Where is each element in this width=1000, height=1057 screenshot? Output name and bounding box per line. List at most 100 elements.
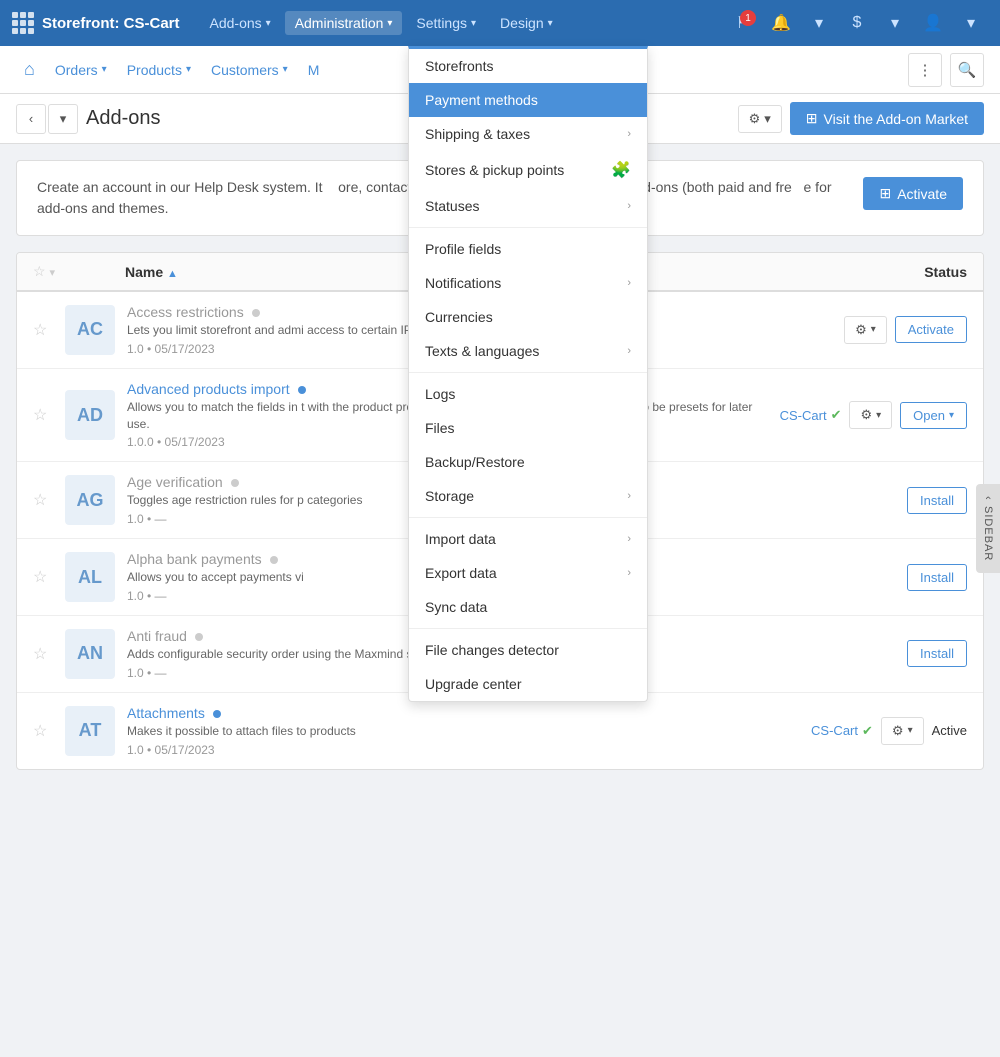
star-toggle[interactable]: ☆	[33, 646, 47, 663]
gear-icon: ⚙	[749, 111, 761, 127]
chevron-down-icon: ▾	[387, 18, 392, 29]
grid-icon	[12, 12, 34, 34]
more-options-icon[interactable]: ⋮	[908, 53, 942, 87]
gear-action-button[interactable]: ⚙ ▾	[849, 401, 892, 429]
check-icon: ✔	[862, 723, 873, 739]
top-nav-right: ⚑ 1 🔔 ▾ $ ▾ 👤 ▾	[726, 6, 988, 40]
admin-menu-item-sync-data[interactable]: Sync data	[409, 590, 647, 624]
open-button[interactable]: Open ▾	[900, 402, 967, 429]
star-toggle[interactable]: ☆	[33, 569, 47, 586]
menu-item-label: Sync data	[425, 599, 487, 615]
addon-icon: AL	[65, 552, 115, 602]
back-button[interactable]: ‹	[16, 104, 46, 134]
admin-menu-item-shipping-&-taxes[interactable]: Shipping & taxes›	[409, 117, 647, 151]
admin-menu-item-texts-&-languages[interactable]: Texts & languages›	[409, 334, 647, 368]
addon-icon: AG	[65, 475, 115, 525]
chevron-left-icon: ‹	[982, 496, 994, 501]
addon-actions: Install	[907, 487, 967, 514]
addon-icon: AT	[65, 706, 115, 756]
search-icon[interactable]: 🔍	[950, 53, 984, 87]
caret-icon: ▾	[908, 725, 913, 736]
caret-icon-2[interactable]: ▾	[878, 6, 912, 40]
admin-menu-item-backup/restore[interactable]: Backup/Restore	[409, 445, 647, 479]
star-header-icon: ☆	[33, 263, 46, 279]
chevron-right-icon: ›	[627, 567, 631, 579]
admin-menu-item-storage[interactable]: Storage›	[409, 479, 647, 513]
bell-icon-btn[interactable]: 🔔	[764, 6, 798, 40]
status-text: Active	[932, 723, 967, 738]
inactive-dot	[270, 556, 278, 564]
addon-icon: AN	[65, 629, 115, 679]
addon-info: Attachments Makes it possible to attach …	[127, 705, 795, 757]
vendor-badge: CS-Cart ✔	[811, 723, 873, 739]
chevron-right-icon: ›	[627, 490, 631, 502]
menu-item-label: Logs	[425, 386, 455, 402]
grid-icon: ⊞	[879, 185, 891, 202]
gear-settings-button[interactable]: ⚙ ▾	[738, 105, 782, 133]
storefront-name: Storefront: CS-Cart	[42, 15, 180, 32]
dollar-icon-btn[interactable]: $	[840, 6, 874, 40]
star-toggle[interactable]: ☆	[33, 723, 47, 740]
nav-design[interactable]: Design ▾	[490, 11, 563, 35]
admin-menu-item-stores-&-pickup-points[interactable]: Stores & pickup points🧩	[409, 151, 647, 189]
activate-button[interactable]: ⊞ Activate	[863, 177, 963, 210]
action-button[interactable]: Activate	[895, 316, 967, 343]
admin-menu-item-files[interactable]: Files	[409, 411, 647, 445]
admin-menu-item-logs[interactable]: Logs	[409, 377, 647, 411]
nav-administration[interactable]: Administration ▾	[285, 11, 403, 35]
admin-menu-item-file-changes-detector[interactable]: File changes detector	[409, 633, 647, 667]
menu-separator	[409, 628, 647, 629]
star-toggle[interactable]: ☆	[33, 407, 47, 424]
nav-products[interactable]: Products ▾	[119, 58, 199, 82]
admin-menu-item-profile-fields[interactable]: Profile fields	[409, 232, 647, 266]
inactive-dot	[195, 633, 203, 641]
admin-menu-item-currencies[interactable]: Currencies	[409, 300, 647, 334]
admin-menu-item-notifications[interactable]: Notifications›	[409, 266, 647, 300]
star-toggle[interactable]: ☆	[33, 492, 47, 509]
active-dot	[298, 386, 306, 394]
chevron-right-icon: ›	[627, 200, 631, 212]
nav-customers[interactable]: Customers ▾	[203, 58, 296, 82]
menu-item-label: Payment methods	[425, 92, 538, 108]
notifications-icon-btn[interactable]: ⚑ 1	[726, 6, 760, 40]
gear-action-button[interactable]: ⚙ ▾	[844, 316, 887, 344]
action-button[interactable]: Install	[907, 564, 967, 591]
admin-menu-item-export-data[interactable]: Export data›	[409, 556, 647, 590]
nav-orders[interactable]: Orders ▾	[47, 58, 115, 82]
menu-item-label: Stores & pickup points	[425, 162, 564, 178]
gear-action-button[interactable]: ⚙ ▾	[881, 717, 924, 745]
home-icon[interactable]: ⌂	[16, 55, 43, 84]
dropdown-arrow-button[interactable]: ▾	[48, 104, 78, 134]
caret-icon-3[interactable]: ▾	[954, 6, 988, 40]
menu-separator	[409, 517, 647, 518]
gear-icon: ⚙	[860, 407, 872, 423]
menu-item-label: Profile fields	[425, 241, 501, 257]
nav-addons[interactable]: Add-ons ▾	[200, 11, 281, 35]
caret-icon: ▾	[871, 324, 876, 335]
menu-item-label: Notifications	[425, 275, 501, 291]
admin-menu-item-statuses[interactable]: Statuses›	[409, 189, 647, 223]
user-icon-btn[interactable]: 👤	[916, 6, 950, 40]
addon-actions: ⚙ ▾ Activate	[844, 316, 967, 344]
chevron-down-icon: ▾	[266, 18, 271, 29]
nav-more[interactable]: M	[300, 58, 328, 82]
chevron-down-icon: ▾	[283, 64, 288, 75]
caret-icon: ▾	[949, 410, 954, 421]
admin-menu-item-upgrade-center[interactable]: Upgrade center	[409, 667, 647, 701]
action-button[interactable]: Install	[907, 487, 967, 514]
admin-menu-item-payment-methods[interactable]: Payment methods	[409, 83, 647, 117]
addon-actions: CS-Cart ✔ ⚙ ▾ Active	[811, 717, 967, 745]
nav-settings[interactable]: Settings ▾	[406, 11, 486, 35]
addon-name[interactable]: Attachments	[127, 705, 795, 721]
chevron-down-icon: ▾	[471, 18, 476, 29]
admin-menu-item-storefronts[interactable]: Storefronts	[409, 49, 647, 83]
star-toggle[interactable]: ☆	[33, 322, 47, 339]
admin-menu-item-import-data[interactable]: Import data›	[409, 522, 647, 556]
site-logo[interactable]: Storefront: CS-Cart	[12, 12, 180, 34]
action-button[interactable]: Install	[907, 640, 967, 667]
menu-item-label: File changes detector	[425, 642, 559, 658]
sidebar-tab[interactable]: ‹ SIDEBAR	[976, 484, 1000, 574]
addon-desc: Makes it possible to attach files to pro…	[127, 723, 795, 740]
caret-icon[interactable]: ▾	[802, 6, 836, 40]
visit-market-button[interactable]: ⊞ Visit the Add-on Market	[790, 102, 984, 135]
